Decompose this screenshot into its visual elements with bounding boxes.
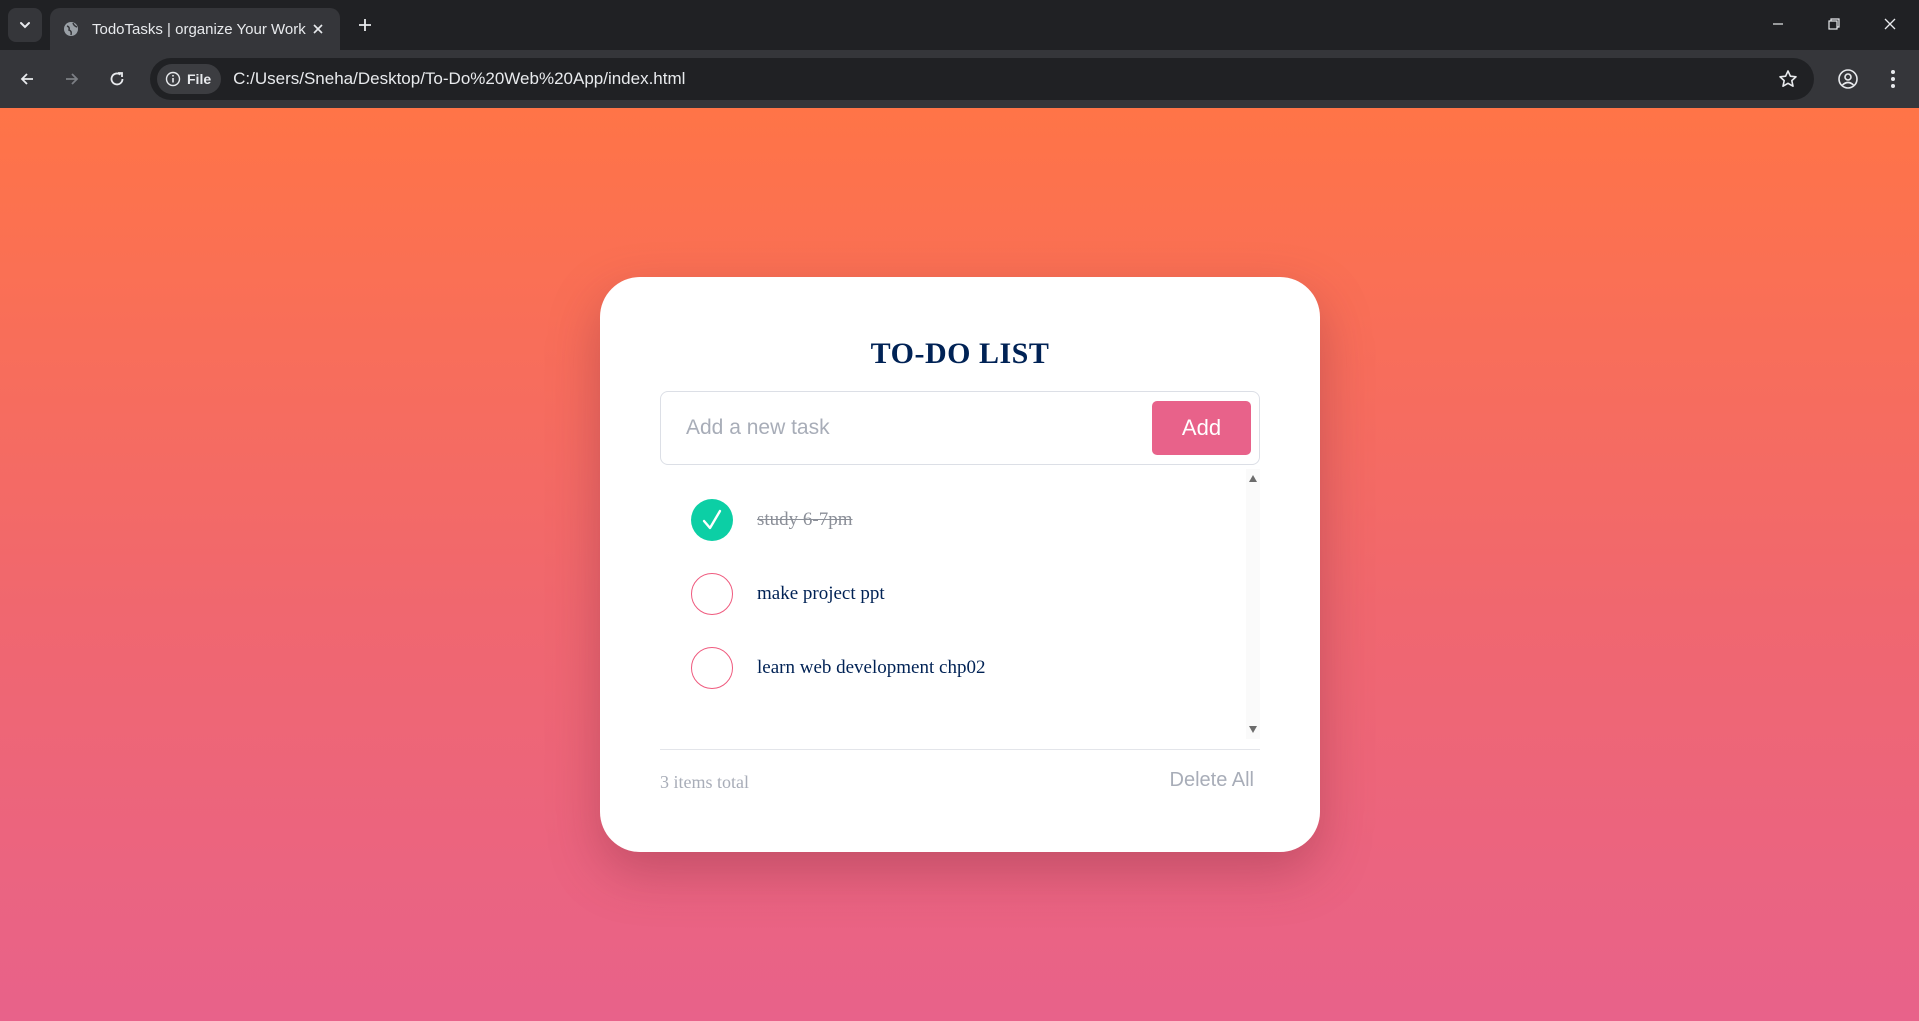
info-icon — [165, 71, 181, 87]
profile-icon — [1838, 69, 1858, 89]
forward-icon — [66, 73, 79, 85]
plus-icon — [359, 19, 371, 31]
back-button[interactable] — [10, 62, 44, 96]
globe-icon — [62, 20, 80, 38]
tab-strip: TodoTasks | organize Your Work — [0, 0, 1919, 50]
browser-menu-button[interactable] — [1876, 62, 1910, 96]
task-text: make project ppt — [757, 583, 885, 604]
checkbox-checked[interactable] — [691, 499, 733, 541]
task-input[interactable] — [661, 392, 1141, 464]
browser-toolbar: File C:/Users/Sneha/Desktop/To-Do%20Web%… — [0, 50, 1919, 108]
reload-button[interactable] — [100, 62, 134, 96]
browser-tab[interactable]: TodoTasks | organize Your Work — [50, 8, 340, 50]
tab-title: TodoTasks | organize Your Work — [92, 20, 306, 38]
site-info-label: File — [187, 71, 212, 87]
page-title: TO-DO LIST — [870, 337, 1050, 370]
url-text[interactable]: C:/Users/Sneha/Desktop/To-Do%20Web%20App… — [233, 69, 685, 89]
address-bar[interactable]: File C:/Users/Sneha/Desktop/To-Do%20Web%… — [150, 58, 1814, 100]
close-icon[interactable] — [308, 19, 328, 39]
list-item[interactable]: make project ppt — [660, 569, 1240, 619]
restore-button[interactable] — [1806, 0, 1862, 48]
site-info-chip[interactable]: File — [157, 64, 222, 94]
item-count: 3 items total — [660, 772, 749, 792]
forward-button[interactable] — [55, 62, 89, 96]
kebab-menu-icon — [1891, 70, 1895, 88]
checkbox-unchecked[interactable] — [691, 573, 733, 615]
list-scrollbar[interactable] — [1246, 469, 1260, 739]
add-task-row: Add — [660, 391, 1260, 465]
profile-button[interactable] — [1831, 62, 1865, 96]
back-icon — [20, 73, 33, 85]
close-window-button[interactable] — [1862, 0, 1918, 48]
scroll-down-arrow-icon[interactable] — [1249, 726, 1257, 733]
minimize-button[interactable] — [1750, 0, 1806, 48]
page-viewport: TO-DO LIST Add study 6-7pm make project … — [0, 108, 1919, 1021]
restore-icon — [1828, 18, 1840, 30]
list-item[interactable]: study 6-7pm — [660, 495, 1240, 545]
footer-divider — [660, 749, 1260, 750]
checkbox-unchecked[interactable] — [691, 647, 733, 689]
delete-all-button[interactable]: Delete All — [1170, 769, 1255, 792]
task-list: study 6-7pm make project ppt learn web d… — [660, 469, 1260, 739]
add-button[interactable]: Add — [1152, 401, 1251, 455]
minimize-icon — [1773, 23, 1783, 25]
task-text: learn web development chp02 — [757, 657, 986, 678]
scroll-up-arrow-icon[interactable] — [1249, 475, 1257, 482]
tab-list-button[interactable] — [8, 8, 42, 42]
task-text: study 6-7pm — [757, 509, 853, 530]
chevron-down-icon — [20, 22, 30, 29]
checkmark-icon — [702, 509, 722, 530]
todo-card: TO-DO LIST Add study 6-7pm make project … — [600, 277, 1320, 852]
star-icon[interactable] — [1776, 67, 1800, 91]
reload-icon — [110, 72, 124, 86]
close-icon — [1884, 18, 1896, 30]
list-item[interactable]: learn web development chp02 — [660, 643, 1240, 693]
new-tab-button[interactable] — [350, 10, 380, 40]
